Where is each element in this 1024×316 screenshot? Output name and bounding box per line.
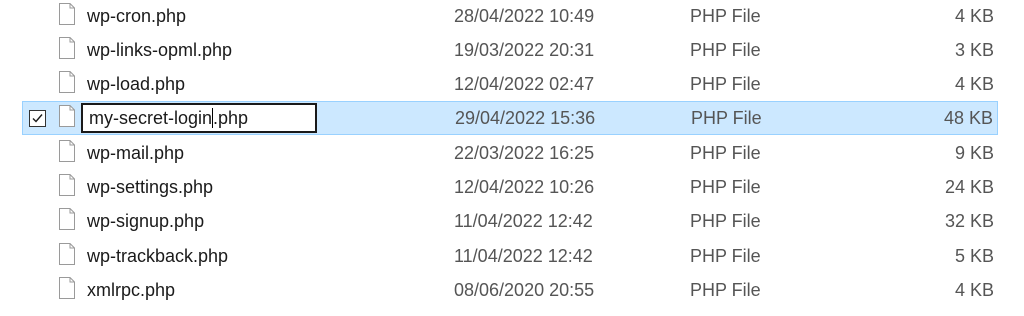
file-name[interactable]: wp-links-opml.php [87, 33, 232, 67]
file-size: 4 KB [954, 280, 994, 300]
file-size: 4 KB [954, 74, 994, 94]
file-date-modified: 11/04/2022 12:42 [454, 246, 593, 266]
file-size: 3 KB [954, 40, 994, 60]
file-icon [59, 3, 75, 25]
file-row-wp-trackback[interactable]: wp-trackback.php 11/04/2022 12:42 PHP Fi… [22, 239, 998, 273]
file-date-modified: 28/04/2022 10:49 [454, 6, 595, 26]
file-name[interactable]: wp-load.php [87, 67, 185, 101]
file-row-my-secret-login[interactable]: my-secret-login.php 29/04/2022 15:36 PHP… [22, 101, 998, 135]
file-type: PHP File [690, 6, 761, 26]
file-type: PHP File [691, 108, 762, 128]
file-row-wp-links-opml[interactable]: wp-links-opml.php 19/03/2022 20:31 PHP F… [22, 33, 998, 67]
file-type: PHP File [690, 143, 761, 163]
rename-text-before-caret: my-secret-login [89, 108, 213, 128]
file-size: 32 KB [944, 211, 994, 231]
file-row-wp-mail[interactable]: wp-mail.php 22/03/2022 16:25 PHP File 9 … [22, 136, 998, 170]
file-row-wp-cron[interactable]: wp-cron.php 28/04/2022 10:49 PHP File 4 … [22, 0, 998, 33]
file-icon [59, 243, 75, 265]
file-size: 24 KB [944, 177, 994, 197]
file-list: wp-cron.php 28/04/2022 10:49 PHP File 4 … [0, 0, 1024, 316]
file-type: PHP File [690, 40, 761, 60]
file-row-xmlrpc[interactable]: xmlrpc.php 08/06/2020 20:55 PHP File 4 K… [22, 273, 998, 307]
file-type: PHP File [690, 177, 761, 197]
file-size: 48 KB [943, 108, 993, 128]
file-icon [59, 105, 75, 127]
file-icon [59, 140, 75, 162]
file-date-modified: 22/03/2022 16:25 [454, 143, 595, 163]
file-date-modified: 08/06/2020 20:55 [454, 280, 595, 300]
file-type: PHP File [690, 74, 761, 94]
file-icon [59, 174, 75, 196]
file-icon [59, 37, 75, 59]
file-type: PHP File [690, 246, 761, 266]
file-size: 4 KB [954, 6, 994, 26]
file-date-modified: 11/04/2022 12:42 [454, 211, 593, 231]
file-type: PHP File [690, 280, 761, 300]
rename-input[interactable]: my-secret-login.php [81, 103, 317, 133]
rename-text-after-caret: .php [213, 108, 249, 128]
file-row-wp-load[interactable]: wp-load.php 12/04/2022 02:47 PHP File 4 … [22, 67, 998, 101]
file-date-modified: 19/03/2022 20:31 [454, 40, 595, 60]
checkbox-checked-icon [32, 114, 43, 123]
file-row-wp-signup[interactable]: wp-signup.php 11/04/2022 12:42 PHP File … [22, 204, 998, 238]
file-icon [59, 277, 75, 299]
file-name[interactable]: wp-settings.php [87, 170, 213, 204]
file-type: PHP File [690, 211, 761, 231]
file-date-modified: 29/04/2022 15:36 [455, 108, 596, 128]
file-date-modified: 12/04/2022 02:47 [454, 74, 595, 94]
file-name[interactable]: wp-mail.php [87, 136, 184, 170]
file-row-wp-settings[interactable]: wp-settings.php 12/04/2022 10:26 PHP Fil… [22, 170, 998, 204]
file-name[interactable]: xmlrpc.php [87, 273, 175, 307]
file-icon [59, 208, 75, 230]
file-size: 9 KB [954, 143, 994, 163]
file-date-modified: 12/04/2022 10:26 [454, 177, 595, 197]
file-icon [59, 71, 75, 93]
file-name[interactable]: wp-cron.php [87, 0, 186, 33]
row-select-checkbox[interactable] [29, 110, 46, 127]
file-name[interactable]: wp-trackback.php [87, 239, 228, 273]
file-name[interactable]: wp-signup.php [87, 204, 204, 238]
file-size: 5 KB [954, 246, 994, 266]
